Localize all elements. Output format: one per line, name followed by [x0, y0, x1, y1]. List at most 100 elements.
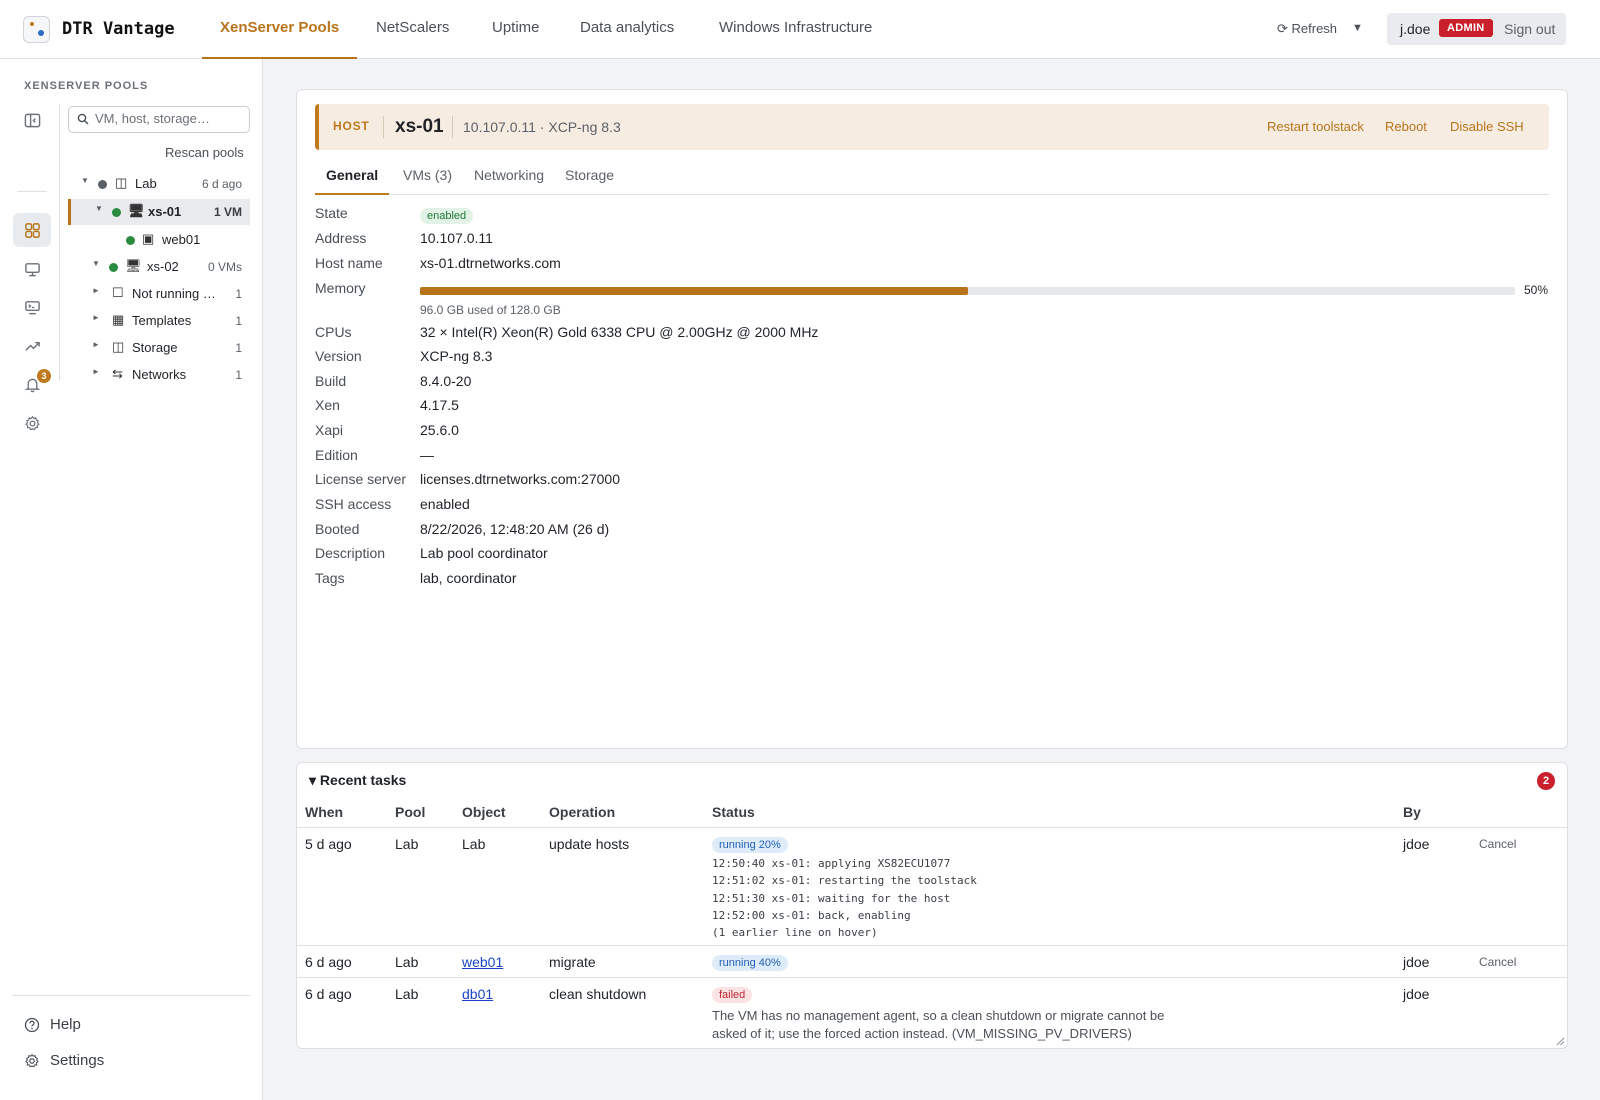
address-value: 10.107.0.11: [420, 230, 493, 246]
task-log: 12:50:40 xs-01: applying XS82ECU1077 12:…: [712, 857, 977, 940]
row-divider: [297, 977, 1567, 978]
column-header-pool: Pool: [395, 804, 426, 820]
license-server-value: licenses.dtrnetworks.com:27000: [420, 471, 620, 487]
cancel-task-button[interactable]: Cancel: [1479, 955, 1516, 969]
description-label: Description: [315, 545, 386, 561]
vm-icon: ▣: [142, 231, 155, 246]
pool-icon: ◫: [115, 175, 128, 190]
tree-item-label: Templates: [132, 313, 192, 328]
pools-grid-icon[interactable]: [13, 213, 51, 247]
expand-caret-icon[interactable]: ►: [92, 286, 100, 295]
notification-count-badge: 3: [37, 369, 51, 383]
sign-out-button[interactable]: Sign out: [1504, 21, 1555, 37]
column-header-operation: Operation: [549, 804, 616, 820]
expand-caret-icon[interactable]: ▼: [81, 176, 89, 185]
memory-usage-bar: [420, 287, 1515, 295]
settings-gear-icon[interactable]: [13, 406, 51, 440]
booted-value: 8/22/2026, 12:48:20 AM (26 d): [420, 521, 610, 537]
rescan-pools-button[interactable]: Rescan pools: [165, 145, 244, 160]
host-detail-panel: HOST xs-01 10.107.0.11 · XCP-ng 8.3 Rest…: [296, 89, 1568, 749]
status-dot-icon: [112, 208, 121, 217]
terminal-screen-icon[interactable]: [13, 290, 51, 324]
tree-item-meta: 1: [235, 368, 242, 382]
expand-caret-icon[interactable]: ▼: [95, 204, 103, 213]
task-by: jdoe: [1403, 836, 1430, 852]
help-icon: [24, 1017, 40, 1033]
host-header: HOST xs-01 10.107.0.11 · XCP-ng 8.3 Rest…: [315, 104, 1549, 150]
monitor-icon[interactable]: [13, 252, 51, 286]
ssh-access-value: enabled: [420, 496, 470, 512]
tree-item-networks[interactable]: ► ⇆ Networks 1: [68, 362, 250, 388]
tree-item-storage[interactable]: ► ◫ Storage 1: [68, 335, 250, 361]
tab-storage[interactable]: Storage: [554, 160, 625, 195]
refresh-button[interactable]: ⟳ Refresh: [1277, 21, 1337, 37]
xen-value: 4.17.5: [420, 397, 459, 413]
tree-item-label: Lab: [135, 176, 157, 191]
expand-caret-icon[interactable]: ►: [92, 340, 100, 349]
notifications-bell-icon[interactable]: 3: [13, 367, 51, 401]
tree-item-pool-lab[interactable]: ▼ ◫ Lab 6 d ago: [68, 171, 250, 197]
gear-icon: [25, 1053, 39, 1068]
cpus-label: CPUs: [315, 324, 352, 340]
trend-chart-icon[interactable]: [13, 329, 51, 363]
rail-separator: [59, 104, 60, 380]
build-label: Build: [315, 373, 347, 389]
tab-networking[interactable]: Networking: [463, 160, 555, 195]
collapse-sidebar-icon[interactable]: [13, 103, 51, 137]
memory-usage-text: 96.0 GB used of 128.0 GB: [420, 303, 561, 317]
tree-item-meta: 6 d ago: [201, 177, 242, 191]
task-object-link[interactable]: web01: [462, 954, 503, 970]
nav-tab-xenserver-pools[interactable]: XenServer Pools: [202, 0, 358, 59]
status-badge: running 40%: [712, 955, 788, 971]
app-title: DTR Vantage: [62, 19, 175, 39]
server-icon: 🖥: [128, 203, 145, 218]
cancel-task-button[interactable]: Cancel: [1479, 837, 1516, 851]
tree-item-host-xs-02[interactable]: ▼ 🖥 xs-02 0 VMs: [68, 254, 250, 280]
tree-item-meta: 1: [235, 287, 242, 301]
tree-item-label: Networks: [132, 367, 187, 382]
server-icon: 🖥: [125, 258, 142, 273]
expand-caret-icon[interactable]: ►: [92, 367, 100, 376]
column-header-by: By: [1403, 804, 1421, 820]
tab-general[interactable]: General: [315, 160, 390, 195]
host-address-summary: 10.107.0.11 · XCP-ng 8.3: [463, 119, 621, 135]
task-by: jdoe: [1403, 954, 1430, 970]
expand-caret-icon[interactable]: ▼: [92, 259, 100, 268]
task-object-link[interactable]: db01: [462, 986, 493, 1002]
resize-handle-icon[interactable]: [1555, 1036, 1565, 1046]
recent-tasks-toggle[interactable]: ▾ Recent tasks: [309, 772, 406, 789]
restart-toolstack-button[interactable]: Restart toolstack: [1267, 119, 1364, 134]
tree-item-label: Storage: [132, 340, 178, 355]
sidebar-divider: [12, 995, 250, 996]
tags-value: lab, coordinator: [420, 570, 517, 586]
tab-vms[interactable]: VMs (3): [392, 160, 463, 195]
column-header-when: When: [305, 804, 344, 820]
task-pool: Lab: [395, 986, 419, 1002]
host-type-tag: HOST: [333, 119, 370, 133]
license-server-label: License server: [315, 471, 407, 487]
nav-tab-data-analytics[interactable]: Data analytics: [562, 0, 692, 59]
vm-off-icon: ☐: [112, 285, 124, 300]
search-box[interactable]: [68, 106, 250, 133]
tree-item-host-xs-01[interactable]: ▼ 🖥 xs-01 1 VM: [68, 199, 250, 225]
tree-item-not-running[interactable]: ► ☐ Not running … 1: [68, 281, 250, 307]
refresh-options-chevron-down-icon[interactable]: ▼: [1352, 22, 1363, 34]
task-when: 6 d ago: [305, 986, 352, 1002]
reboot-button[interactable]: Reboot: [1385, 119, 1427, 134]
version-label: Version: [315, 348, 362, 364]
task-pool: Lab: [395, 954, 419, 970]
nav-tab-netscalers[interactable]: NetScalers: [358, 0, 467, 59]
status-dot-icon: [126, 236, 135, 245]
nav-tab-uptime[interactable]: Uptime: [474, 0, 558, 59]
task-when: 5 d ago: [305, 836, 352, 852]
nav-tab-windows-infrastructure[interactable]: Windows Infrastructure: [701, 0, 890, 59]
task-object: Lab: [462, 836, 486, 852]
tree-item-templates[interactable]: ► ▦ Templates 1: [68, 308, 250, 334]
expand-caret-icon[interactable]: ►: [92, 313, 100, 322]
disable-ssh-button[interactable]: Disable SSH: [1450, 119, 1524, 134]
user-menu: j.doe ADMIN Sign out: [1387, 13, 1566, 45]
xapi-label: Xapi: [315, 422, 344, 438]
tree-item-vm-web01[interactable]: ▣ web01: [68, 227, 250, 253]
version-value: XCP-ng 8.3: [420, 348, 493, 364]
search-input[interactable]: [95, 111, 245, 126]
